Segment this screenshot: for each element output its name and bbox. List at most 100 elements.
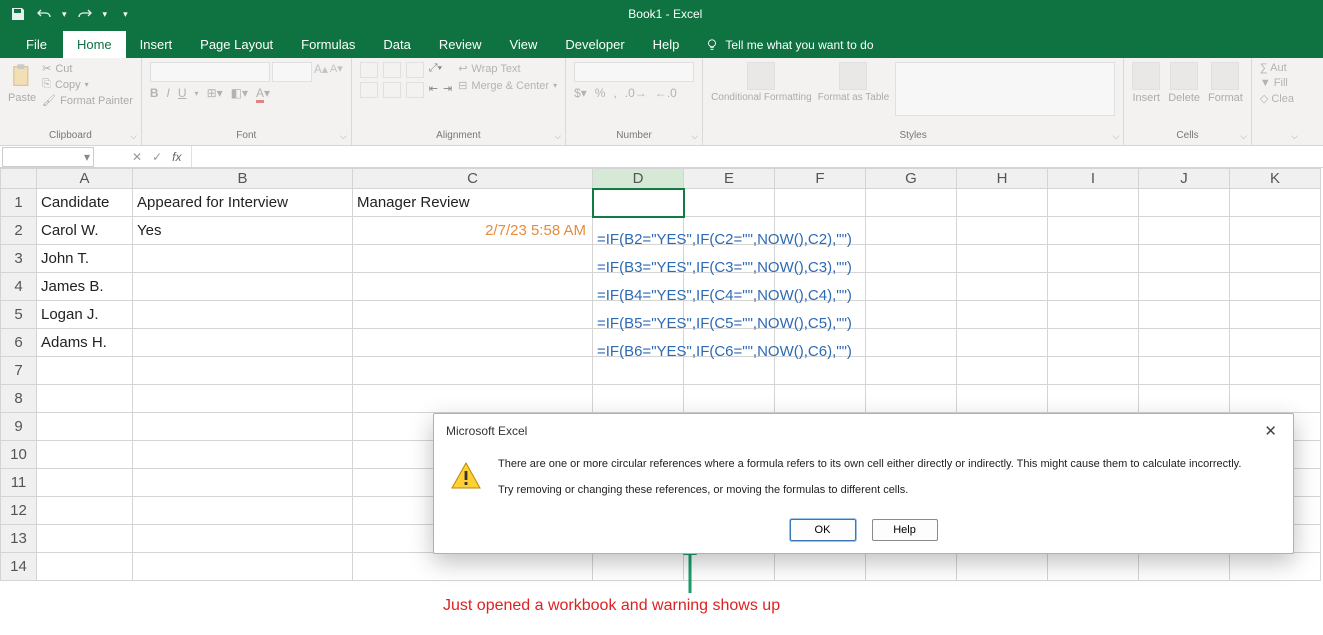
cell-K8[interactable]: [1230, 385, 1321, 413]
cell-B5[interactable]: [133, 301, 353, 329]
increase-indent-button[interactable]: ⇥: [443, 82, 452, 98]
column-header-A[interactable]: A: [37, 169, 133, 189]
cell-A6[interactable]: Adams H.: [37, 329, 133, 357]
column-header-B[interactable]: B: [133, 169, 353, 189]
align-left-button[interactable]: [360, 82, 378, 98]
cell-J7[interactable]: [1139, 357, 1230, 385]
cell-I6[interactable]: [1048, 329, 1139, 357]
cell-F7[interactable]: [775, 357, 866, 385]
cell-A13[interactable]: [37, 525, 133, 553]
tab-data[interactable]: Data: [369, 31, 424, 58]
cell-C2[interactable]: 2/7/23 5:58 AM: [353, 217, 593, 245]
cell-A8[interactable]: [37, 385, 133, 413]
cell-A14[interactable]: [37, 553, 133, 581]
cell-G6[interactable]: [866, 329, 957, 357]
tell-me[interactable]: Tell me what you want to do: [705, 38, 873, 58]
row-header-11[interactable]: 11: [1, 469, 37, 497]
cell-H8[interactable]: [957, 385, 1048, 413]
cell-C3[interactable]: [353, 245, 593, 273]
tab-file[interactable]: File: [10, 31, 63, 58]
tab-page-layout[interactable]: Page Layout: [186, 31, 287, 58]
copy-button[interactable]: ⎘Copy ▾: [42, 78, 133, 91]
cell-H5[interactable]: [957, 301, 1048, 329]
cell-A1[interactable]: Candidate: [37, 189, 133, 217]
name-box[interactable]: ▾: [2, 147, 94, 167]
cell-A3[interactable]: John T.: [37, 245, 133, 273]
cell-K5[interactable]: [1230, 301, 1321, 329]
cell-D6[interactable]: =IF(B6="YES",IF(C6="",NOW(),C6),""): [593, 329, 684, 357]
row-header-9[interactable]: 9: [1, 413, 37, 441]
cell-J14[interactable]: [1139, 553, 1230, 581]
cell-H1[interactable]: [957, 189, 1048, 217]
cell-K1[interactable]: [1230, 189, 1321, 217]
cell-G5[interactable]: [866, 301, 957, 329]
row-header-7[interactable]: 7: [1, 357, 37, 385]
cell-B3[interactable]: [133, 245, 353, 273]
cell-I5[interactable]: [1048, 301, 1139, 329]
cell-H7[interactable]: [957, 357, 1048, 385]
cell-B6[interactable]: [133, 329, 353, 357]
chevron-down-icon[interactable]: ▾: [84, 150, 93, 164]
row-header-2[interactable]: 2: [1, 217, 37, 245]
cell-J2[interactable]: [1139, 217, 1230, 245]
italic-button[interactable]: I: [167, 86, 170, 100]
cell-G14[interactable]: [866, 553, 957, 581]
cell-K6[interactable]: [1230, 329, 1321, 357]
cell-C4[interactable]: [353, 273, 593, 301]
cell-G7[interactable]: [866, 357, 957, 385]
font-size-select[interactable]: [272, 62, 312, 82]
cell-I2[interactable]: [1048, 217, 1139, 245]
help-button[interactable]: Help: [872, 519, 938, 541]
row-header-3[interactable]: 3: [1, 245, 37, 273]
select-all-corner[interactable]: [1, 169, 37, 189]
decrease-indent-button[interactable]: ⇤: [429, 82, 438, 98]
fx-icon[interactable]: fx: [172, 150, 181, 164]
cell-D1[interactable]: [593, 189, 684, 217]
fill-color-button[interactable]: ◧▾: [231, 86, 248, 100]
row-header-13[interactable]: 13: [1, 525, 37, 553]
cell-B13[interactable]: [133, 525, 353, 553]
cell-H2[interactable]: [957, 217, 1048, 245]
cell-C14[interactable]: [353, 553, 593, 581]
fill-button[interactable]: ▼ Fill: [1260, 77, 1294, 89]
cell-F8[interactable]: [775, 385, 866, 413]
cell-D14[interactable]: [593, 553, 684, 581]
cell-I3[interactable]: [1048, 245, 1139, 273]
column-header-C[interactable]: C: [353, 169, 593, 189]
cut-button[interactable]: ✂Cut: [42, 62, 133, 75]
decrease-font-icon[interactable]: A▾: [330, 62, 343, 82]
column-header-J[interactable]: J: [1139, 169, 1230, 189]
border-button[interactable]: ⊞▾: [207, 86, 223, 100]
cell-H6[interactable]: [957, 329, 1048, 357]
align-top-button[interactable]: [360, 62, 378, 78]
format-as-table-button[interactable]: Format as Table: [818, 62, 890, 103]
cell-G2[interactable]: [866, 217, 957, 245]
cell-G1[interactable]: [866, 189, 957, 217]
cell-C6[interactable]: [353, 329, 593, 357]
save-icon[interactable]: [10, 6, 26, 22]
increase-font-icon[interactable]: A▴: [314, 62, 328, 82]
cell-D5[interactable]: =IF(B5="YES",IF(C5="",NOW(),C5),""): [593, 301, 684, 329]
cell-J3[interactable]: [1139, 245, 1230, 273]
cancel-formula-icon[interactable]: ✕: [132, 150, 142, 164]
cell-A12[interactable]: [37, 497, 133, 525]
autosum-button[interactable]: ∑ Aut: [1260, 62, 1294, 74]
redo-dropdown-icon[interactable]: ▾: [103, 9, 108, 20]
cell-G4[interactable]: [866, 273, 957, 301]
cell-styles-gallery[interactable]: [895, 62, 1115, 116]
cell-K2[interactable]: [1230, 217, 1321, 245]
column-header-K[interactable]: K: [1230, 169, 1321, 189]
row-header-8[interactable]: 8: [1, 385, 37, 413]
formula-input[interactable]: [192, 147, 1323, 167]
cell-A5[interactable]: Logan J.: [37, 301, 133, 329]
paste-button[interactable]: Paste: [8, 62, 36, 104]
row-header-14[interactable]: 14: [1, 553, 37, 581]
bold-button[interactable]: B: [150, 86, 159, 100]
wrap-text-button[interactable]: ↩Wrap Text: [458, 62, 557, 75]
merge-center-button[interactable]: ⊟Merge & Center ▾: [458, 79, 557, 92]
cell-J4[interactable]: [1139, 273, 1230, 301]
row-header-6[interactable]: 6: [1, 329, 37, 357]
underline-button[interactable]: U: [178, 86, 187, 100]
cell-K7[interactable]: [1230, 357, 1321, 385]
comma-button[interactable]: ,: [613, 86, 616, 100]
